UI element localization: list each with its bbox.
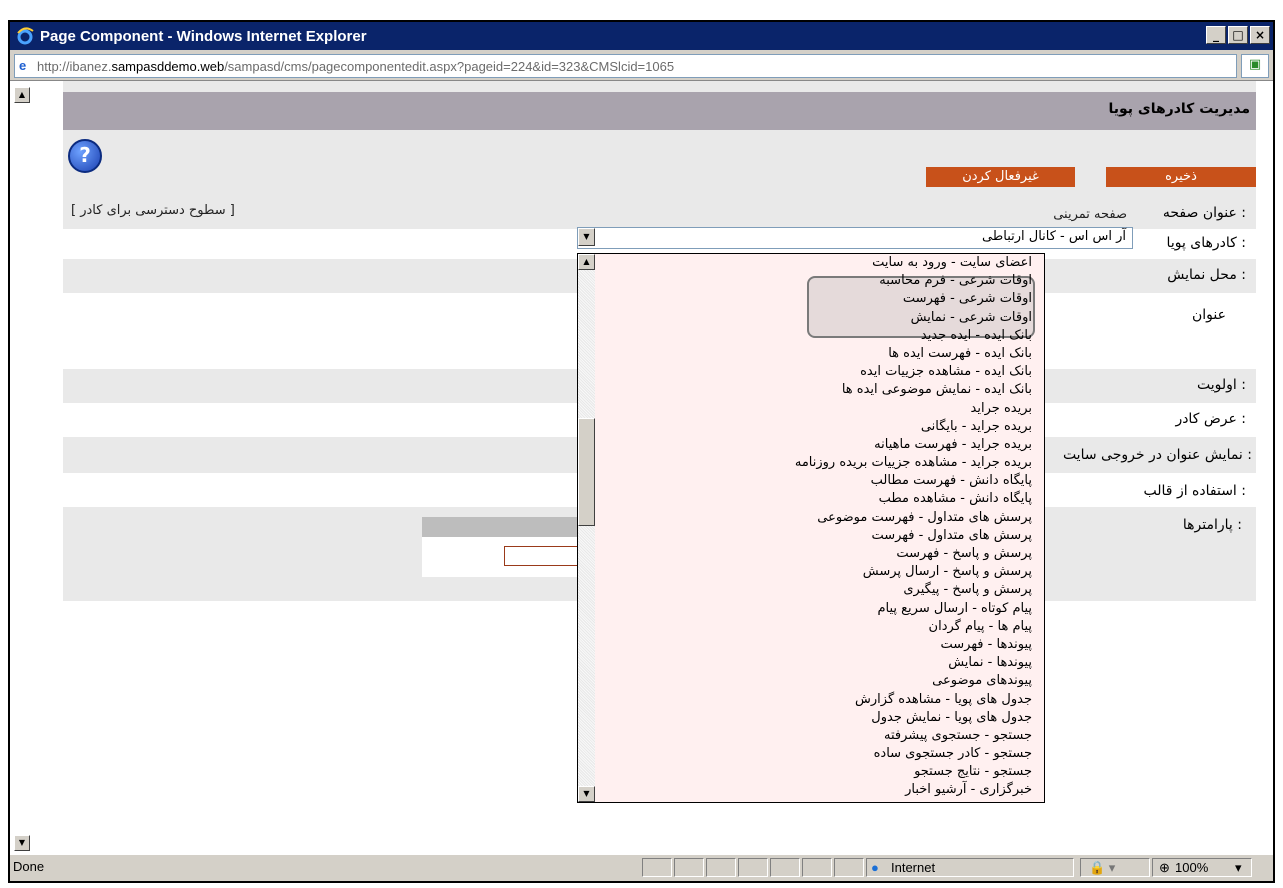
page-scrollbar[interactable]: ▲ ▼ [14,87,30,851]
dropdown-option[interactable]: جستجو - جستجوی پیشرفته [598,727,1044,745]
use-template-label: استفاده از قالب : [1143,483,1246,499]
dropdown-option[interactable]: جستجو - نتایج جستجو [598,763,1044,781]
url-host: sampasddemo.web [111,58,225,74]
param-input[interactable] [504,546,578,566]
ie-logo-icon [17,27,34,45]
title-bar[interactable]: Page Component - Windows Internet Explor… [10,22,1273,50]
dropdown-option[interactable]: جستجو - کادر جستجوی ساده [598,745,1044,763]
dropdown-option[interactable]: پایگاه دانش - فهرست مطالب [598,472,1044,490]
scroll-up-button[interactable]: ▲ [14,87,30,103]
dropdown-option[interactable]: اوقات شرعی - فهرست [598,290,1044,308]
dropdown-scroll-up[interactable]: ▲ [578,254,595,270]
dropdown-option[interactable]: پیوندها - نمایش [598,654,1044,672]
minimize-button[interactable]: _ [1206,26,1226,44]
compat-view-icon[interactable]: ▣ [1241,54,1269,78]
frame-width-label: عرض کادر : [1175,411,1246,427]
parameters-label: پارامترها : [1182,517,1242,533]
dropdown-option[interactable]: اوقات شرعی - نمایش [598,309,1044,327]
status-text: Done [13,859,45,874]
address-bar: e http://ibanez. sampasddemo.web/sampasd/… [10,50,1273,81]
browser-window: Page Component - Windows Internet Explor… [8,20,1275,883]
zone-panel: ● Internet [866,858,1074,877]
window-title: Page Component - Windows Internet Explor… [40,27,367,45]
page-icon: e [19,58,27,73]
dropdown-option[interactable]: خبرگزاری - آرشیو اخبار [598,781,1044,799]
dropdown-option[interactable]: جدول های پویا - نمایش جدول [598,709,1044,727]
show-title-label: نمایش عنوان در خروجی سایت : [1062,447,1252,463]
zoom-icon: ⊕ [1159,860,1170,875]
status-seg [738,858,768,877]
status-bar: Done ● Internet 🔒 ▾ ⊕ 100% ▾ [10,854,1273,881]
header-band: مدیریت کادرهای پویا [63,92,1256,130]
dropdown-option[interactable]: پرسش های متداول - فهرست موضوعی [598,509,1044,527]
status-seg [770,858,800,877]
dropdown-scroll-thumb[interactable] [578,418,595,526]
dropdown-option[interactable]: پیام کوتاه - ارسال سریع پیام [598,600,1044,618]
dropdown-option[interactable]: بانک ایده - مشاهده جزییات ایده [598,363,1044,381]
page-client: ▲ ▼ مدیریت کادرهای پویا ? ذخیره غیرفعال … [10,81,1273,855]
zoom-control[interactable]: ⊕ 100% ▾ [1152,858,1252,877]
dropdown-option[interactable]: پرسش و پاسخ - پیگیری [598,581,1044,599]
url-prefix: http://ibanez. [37,58,112,74]
dropdown-scrollbar[interactable]: ▲ ▼ [578,254,595,802]
params-table-header [422,517,578,537]
status-seg [706,858,736,877]
globe-icon: ● [871,860,879,875]
save-button[interactable]: ذخیره [1106,167,1256,187]
status-seg [802,858,832,877]
scroll-down-button[interactable]: ▼ [14,835,30,851]
status-seg [642,858,672,877]
dropdown-option[interactable]: بریده جراید - مشاهده جزییات بریده روزنام… [598,454,1044,472]
dropdown-option[interactable]: پیوندهای موضوعی [598,672,1044,690]
protected-mode-icon[interactable]: 🔒 ▾ [1080,858,1150,877]
disable-button[interactable]: غیرفعال کردن [926,167,1075,187]
dynamic-frames-dropdown[interactable]: ▲ ▼ اعضای سایت - ورود به سایت اوقات شرعی … [577,253,1045,803]
close-button[interactable]: × [1250,26,1270,44]
help-icon[interactable]: ? [68,139,102,173]
params-table-body [422,537,578,577]
access-levels-link[interactable]: [ سطوح دسترسی برای کادر ] [71,203,235,218]
dynamic-frames-value: آر اس اس - کانال ارتباطی [982,229,1126,244]
dropdown-list: اعضای سایت - ورود به سایت اوقات شرعی - فر… [598,254,1044,800]
dropdown-option[interactable]: بانک ایده - ایده جدید [598,327,1044,345]
dropdown-option[interactable]: اعضای سایت - ورود به سایت [598,254,1044,272]
dropdown-option[interactable]: جدول های پویا - مشاهده گزارش [598,691,1044,709]
priority-label: اولویت : [1197,377,1246,393]
display-location-label: محل نمایش : [1167,267,1246,283]
row-page-title: عنوان صفحه : صفحه تمرینی [ سطوح دسترسی ب… [63,199,1256,229]
url-field[interactable]: e http://ibanez. sampasddemo.web/sampasd/… [14,54,1237,78]
title-label: عنوان [1192,307,1226,323]
dropdown-option[interactable]: بانک ایده - فهرست ایده ها [598,345,1044,363]
dropdown-option[interactable]: بانک ایده - نمایش موضوعی ایده ها [598,381,1044,399]
zone-label: Internet [891,860,936,875]
chevron-down-icon[interactable]: ▼ [578,228,595,246]
dynamic-frames-label: کادرهای پویا : [1166,235,1246,251]
dropdown-option[interactable]: پیام ها - پیام گردان [598,618,1044,636]
dropdown-scroll-down[interactable]: ▼ [578,786,595,802]
maximize-button[interactable]: □ [1228,26,1248,44]
zoom-dropdown-icon[interactable]: ▾ [1235,860,1242,876]
page-header: مدیریت کادرهای پویا [1108,101,1250,117]
url-path: /sampasd/cms/pagecomponentedit.aspx?page… [224,58,675,74]
page-title-label: عنوان صفحه : [1162,205,1246,221]
dropdown-option[interactable]: پایگاه دانش - مشاهده مطب [598,490,1044,508]
dropdown-option[interactable]: اوقات شرعی - فرم محاسبه [598,272,1044,290]
dropdown-option[interactable]: بریده جراید - بایگانی [598,418,1044,436]
status-seg [834,858,864,877]
dropdown-option[interactable]: بریده جراید [598,400,1044,418]
page-title-value: صفحه تمرینی [1053,207,1127,222]
status-seg [674,858,704,877]
dropdown-option[interactable]: پیوندها - فهرست [598,636,1044,654]
dropdown-option[interactable]: پرسش و پاسخ - فهرست [598,545,1044,563]
dropdown-option[interactable]: پرسش و پاسخ - ارسال پرسش [598,563,1044,581]
dynamic-frames-select[interactable]: ▼ آر اس اس - کانال ارتباطی [577,227,1133,249]
zoom-level: 100% [1175,860,1209,875]
dropdown-option[interactable]: پرسش های متداول - فهرست [598,527,1044,545]
dropdown-option[interactable]: بریده جراید - فهرست ماهیانه [598,436,1044,454]
